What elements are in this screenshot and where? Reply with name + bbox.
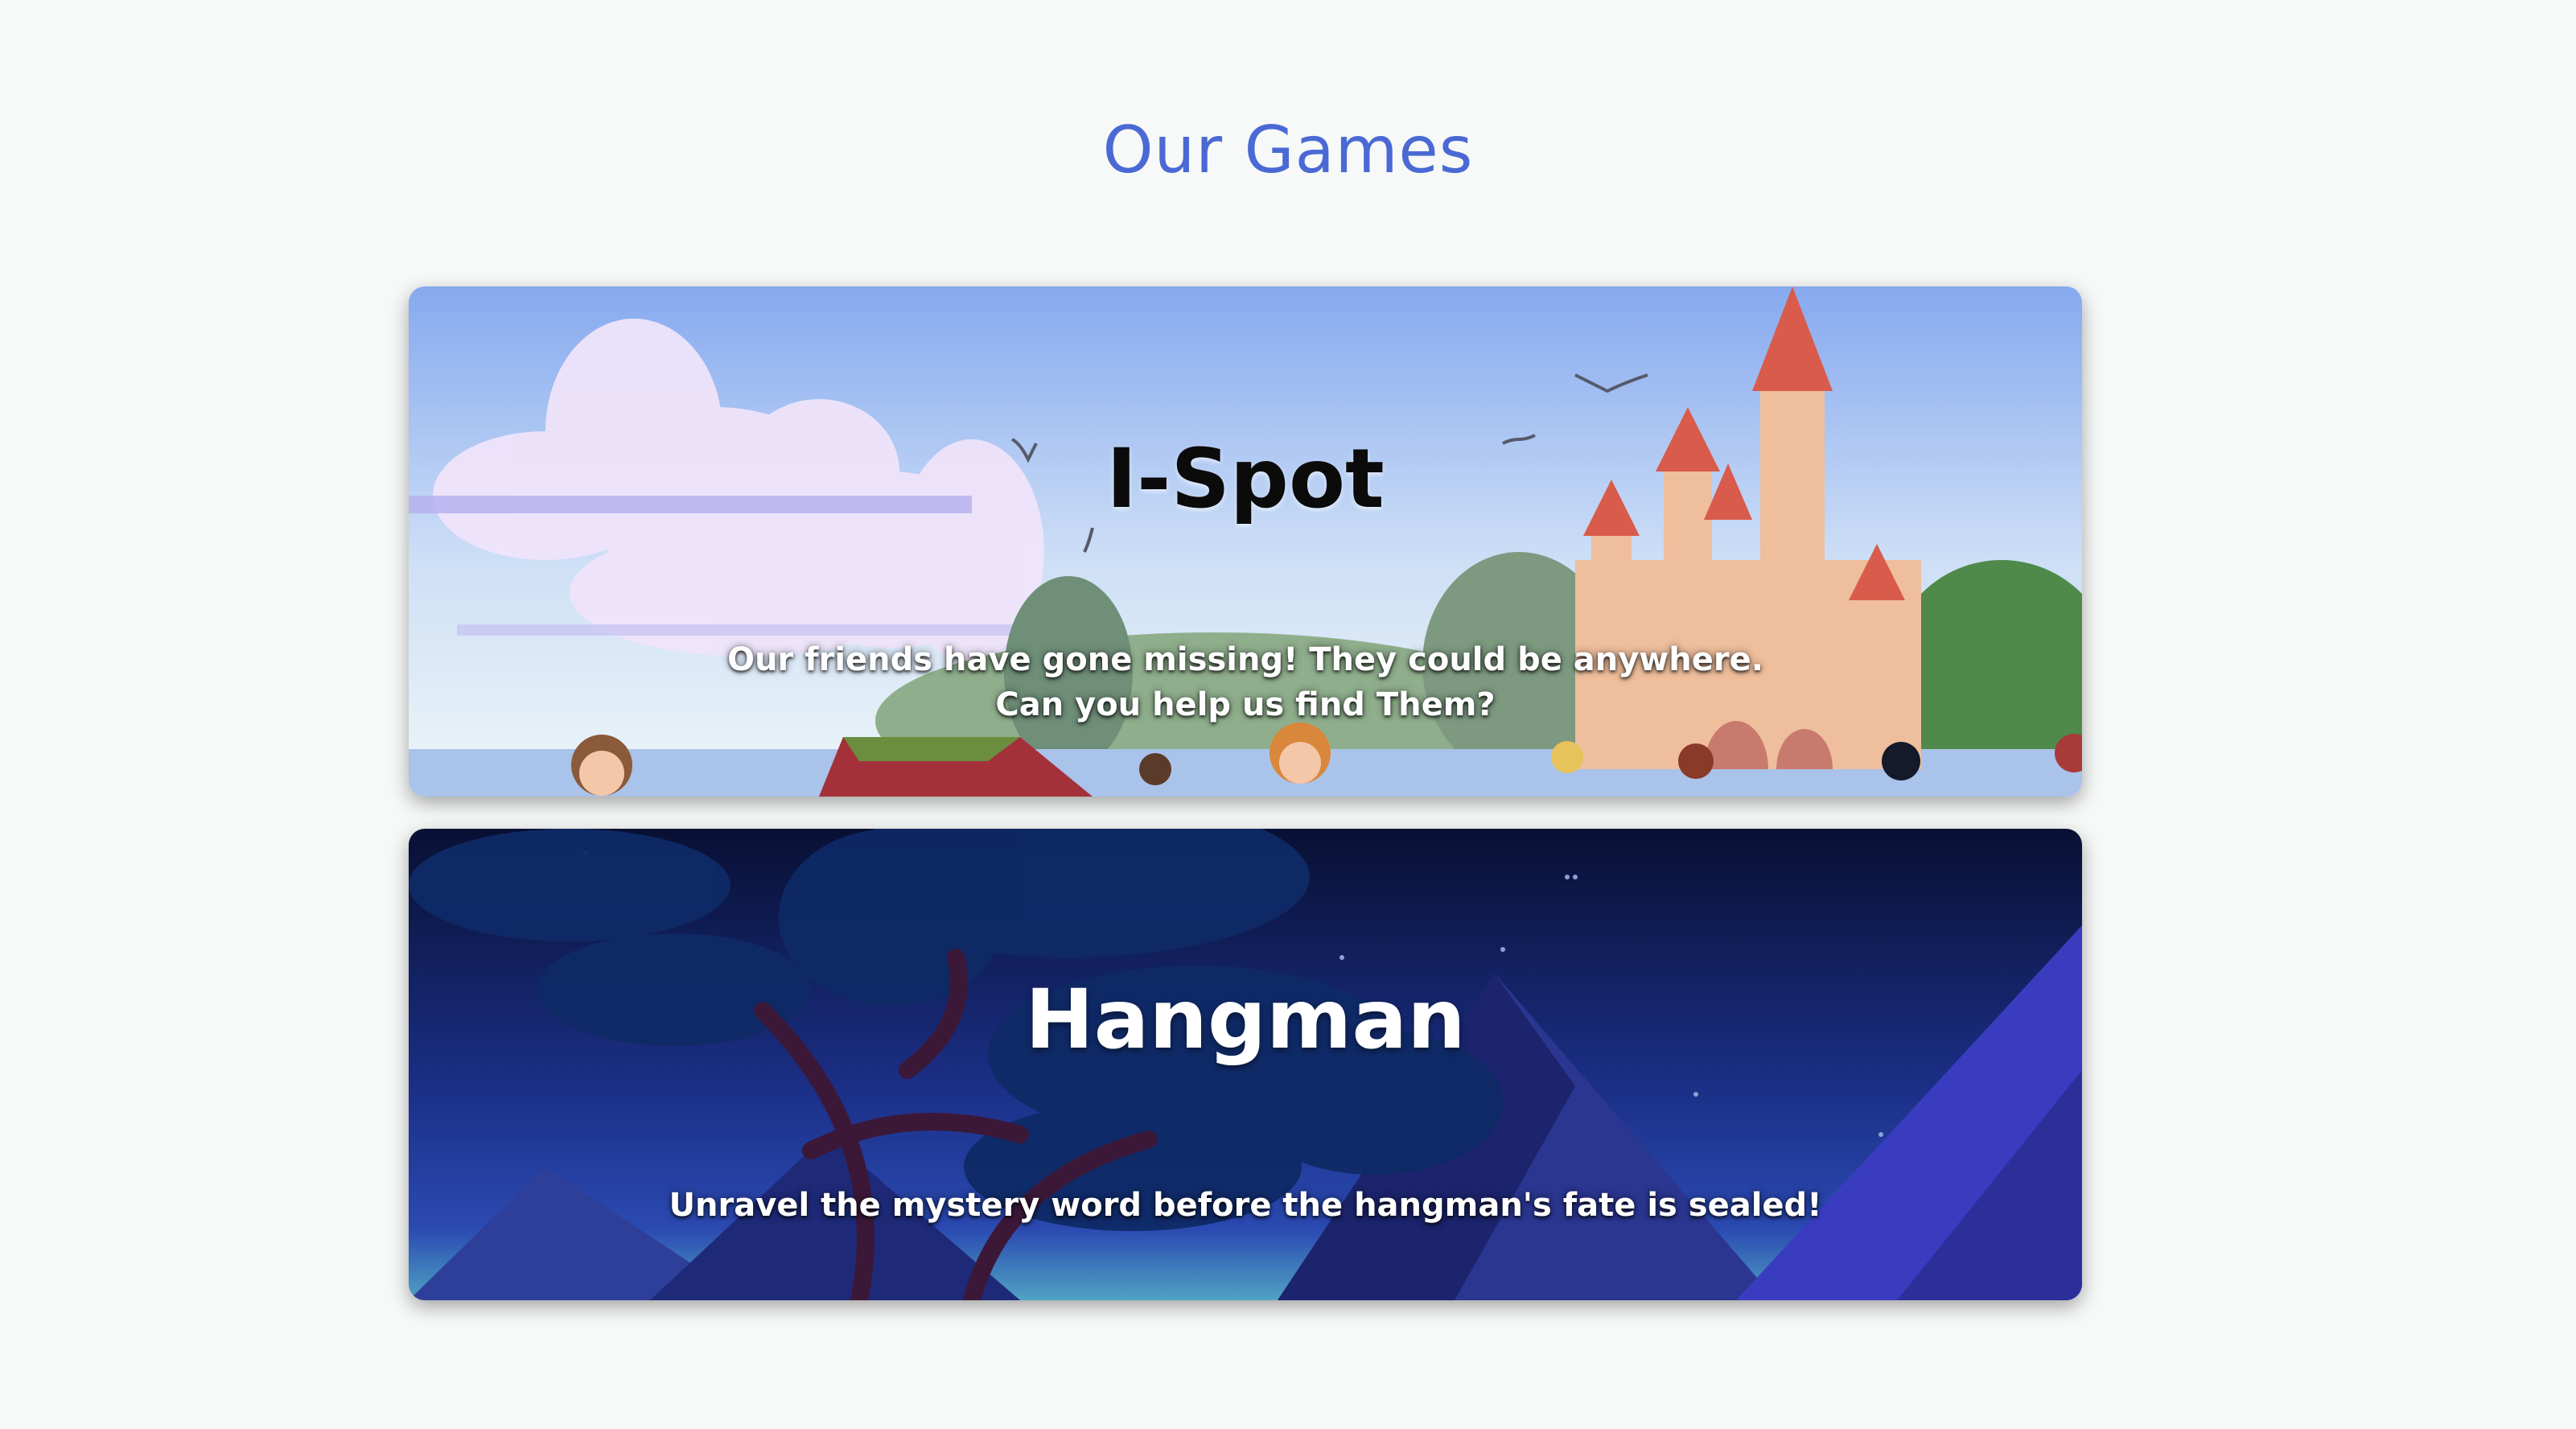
game-description-hangman: Unravel the mystery word before the hang… [409,1183,2082,1228]
page-title: Our Games [1102,113,1474,187]
game-description-line: Unravel the mystery word before the hang… [669,1187,1822,1224]
game-description-line: Our friends have gone missing! They coul… [727,641,1763,678]
game-title-ispot: I-Spot [1106,431,1385,527]
game-card-hangman[interactable]: Hangman Unravel the mystery word before … [409,829,2082,1300]
game-description-ispot: Our friends have gone missing! They coul… [409,637,2082,727]
game-description-line: Can you help us find Them? [995,686,1496,723]
game-card-ispot[interactable]: I-Spot Our friends have gone missing! Th… [409,286,2082,797]
game-title-hangman: Hangman [1025,972,1466,1068]
